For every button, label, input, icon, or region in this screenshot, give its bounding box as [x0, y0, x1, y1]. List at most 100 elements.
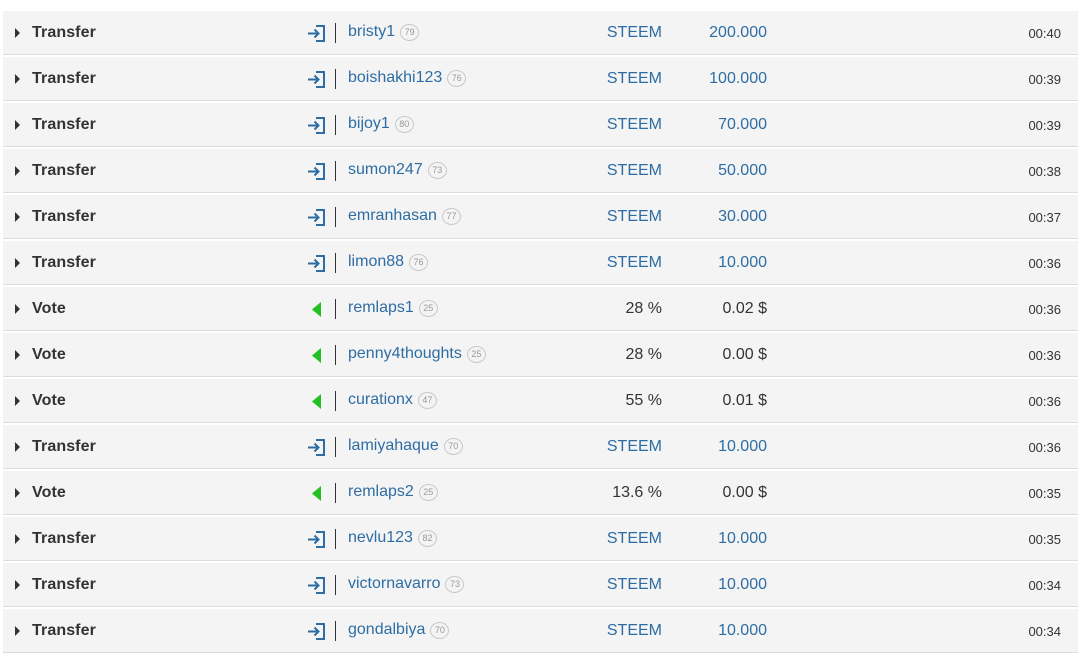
expand-caret-icon[interactable]: [15, 120, 20, 130]
operation-type: Vote: [32, 484, 66, 501]
upvote-icon: [307, 346, 327, 365]
account-link[interactable]: remlaps1: [348, 299, 414, 317]
timestamp: 00:34: [1028, 578, 1061, 593]
account-link[interactable]: sumon247: [348, 161, 423, 179]
account: remlaps2 25: [348, 483, 438, 501]
expand-caret-icon[interactable]: [15, 488, 20, 498]
transfer-currency: STEEM: [606, 208, 662, 225]
account-link[interactable]: bristy1: [348, 23, 395, 41]
transfer-currency: STEEM: [606, 116, 662, 133]
divider: [335, 161, 336, 181]
transfer-amount: 10.000: [718, 530, 767, 547]
operation-row[interactable]: Transfer gondalbiya 70 STEEM 10.000 00:34: [3, 609, 1078, 653]
account-link[interactable]: remlaps2: [348, 483, 414, 501]
operation-type: Transfer: [32, 622, 96, 639]
expand-caret-icon[interactable]: [15, 28, 20, 38]
divider: [335, 207, 336, 227]
transfer-amount: 10.000: [718, 254, 767, 271]
operation-row[interactable]: Transfer emranhasan 77 STEEM 30.000 00:37: [3, 195, 1078, 239]
account-link[interactable]: nevlu123: [348, 529, 413, 547]
operation-row[interactable]: Vote curationx 47 55 % 0.01 $ 00:36: [3, 379, 1078, 423]
divider: [335, 437, 336, 457]
operation-row[interactable]: Vote remlaps2 25 13.6 % 0.00 $ 00:35: [3, 471, 1078, 515]
expand-caret-icon[interactable]: [15, 304, 20, 314]
account: curationx 47: [348, 391, 437, 409]
transfer-currency: STEEM: [606, 530, 662, 547]
divider: [335, 23, 336, 43]
expand-caret-icon[interactable]: [15, 350, 20, 360]
transfer-icon: [307, 162, 327, 181]
reputation-badge: 47: [417, 391, 437, 409]
operation-row[interactable]: Transfer bijoy1 80 STEEM 70.000 00:39: [3, 103, 1078, 147]
reputation-badge: 73: [427, 161, 447, 179]
account-link[interactable]: boishakhi123: [348, 69, 442, 87]
account: gondalbiya 70: [348, 621, 450, 639]
account: bijoy1 80: [348, 115, 414, 133]
expand-caret-icon[interactable]: [15, 396, 20, 406]
operation-row[interactable]: Transfer bristy1 79 STEEM 200.000 00:40: [3, 11, 1078, 55]
timestamp: 00:36: [1028, 302, 1061, 317]
reputation-badge: 70: [443, 437, 463, 455]
expand-caret-icon[interactable]: [15, 442, 20, 452]
expand-caret-icon[interactable]: [15, 534, 20, 544]
reputation-badge: 25: [418, 299, 438, 317]
divider: [335, 483, 336, 503]
operation-row[interactable]: Vote penny4thoughts 25 28 % 0.00 $ 00:36: [3, 333, 1078, 377]
transfer-icon: [307, 208, 327, 227]
account-link[interactable]: victornavarro: [348, 575, 440, 593]
account-link[interactable]: lamiyahaque: [348, 437, 439, 455]
operation-row[interactable]: Transfer boishakhi123 76 STEEM 100.000 00:39: [3, 57, 1078, 101]
reputation-badge: 73: [445, 575, 465, 593]
expand-caret-icon[interactable]: [15, 580, 20, 590]
operation-row[interactable]: Transfer limon88 76 STEEM 10.000 00:36: [3, 241, 1078, 285]
upvote-icon: [307, 392, 327, 411]
account-link[interactable]: curationx: [348, 391, 413, 409]
operations-list: Transfer bristy1 79 STEEM 200.000 00:40 Transf…: [3, 11, 1078, 655]
expand-caret-icon[interactable]: [15, 74, 20, 84]
operation-type: Transfer: [32, 162, 96, 179]
account: emranhasan 77: [348, 207, 461, 225]
account: nevlu123 82: [348, 529, 437, 547]
operation-type: Transfer: [32, 254, 96, 271]
operation-row[interactable]: Vote remlaps1 25 28 % 0.02 $ 00:36: [3, 287, 1078, 331]
operation-row[interactable]: Transfer nevlu123 82 STEEM 10.000 00:35: [3, 517, 1078, 561]
reputation-badge: 76: [447, 69, 467, 87]
account: bristy1 79: [348, 23, 420, 41]
vote-value: 0.01 $: [722, 392, 767, 409]
account-link[interactable]: penny4thoughts: [348, 345, 462, 363]
account-link[interactable]: bijoy1: [348, 115, 390, 133]
transfer-icon: [307, 116, 327, 135]
timestamp: 00:35: [1028, 486, 1061, 501]
operation-type: Transfer: [32, 24, 96, 41]
operation-type: Transfer: [32, 208, 96, 225]
operation-row[interactable]: Transfer lamiyahaque 70 STEEM 10.000 00:36: [3, 425, 1078, 469]
operation-type: Transfer: [32, 438, 96, 455]
expand-caret-icon[interactable]: [15, 626, 20, 636]
account: limon88 76: [348, 253, 429, 271]
reputation-badge: 82: [417, 529, 437, 547]
transfer-amount: 30.000: [718, 208, 767, 225]
expand-caret-icon[interactable]: [15, 258, 20, 268]
reputation-badge: 80: [394, 115, 414, 133]
account-link[interactable]: emranhasan: [348, 207, 437, 225]
reputation-badge: 25: [466, 345, 486, 363]
divider: [335, 575, 336, 595]
operation-type: Transfer: [32, 116, 96, 133]
account-link[interactable]: limon88: [348, 253, 404, 271]
transfer-currency: STEEM: [606, 576, 662, 593]
timestamp: 00:36: [1028, 440, 1061, 455]
transfer-currency: STEEM: [606, 254, 662, 271]
vote-weight: 13.6 %: [612, 484, 662, 501]
reputation-badge: 76: [409, 253, 429, 271]
operation-row[interactable]: Transfer sumon247 73 STEEM 50.000 00:38: [3, 149, 1078, 193]
account-link[interactable]: gondalbiya: [348, 621, 425, 639]
expand-caret-icon[interactable]: [15, 166, 20, 176]
vote-weight: 55 %: [625, 392, 662, 409]
timestamp: 00:36: [1028, 348, 1061, 363]
reputation-badge: 70: [430, 621, 450, 639]
operation-row[interactable]: Transfer victornavarro 73 STEEM 10.000 00:34: [3, 563, 1078, 607]
account: remlaps1 25: [348, 299, 438, 317]
operation-type: Vote: [32, 300, 66, 317]
transfer-icon: [307, 622, 327, 641]
expand-caret-icon[interactable]: [15, 212, 20, 222]
